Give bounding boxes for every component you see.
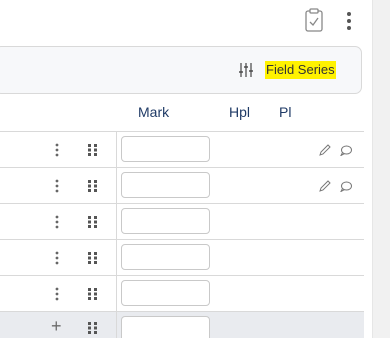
clipboard-check-icon[interactable] bbox=[305, 8, 323, 32]
row-menu-icon[interactable] bbox=[55, 215, 59, 229]
table-header bbox=[0, 96, 364, 132]
row-menu-icon[interactable] bbox=[55, 287, 59, 301]
sliders-icon[interactable] bbox=[239, 63, 253, 77]
plus-icon[interactable]: + bbox=[51, 317, 62, 335]
new-mark-input[interactable] bbox=[121, 316, 210, 338]
row-menu-icon[interactable] bbox=[55, 251, 59, 265]
kebab-menu-icon[interactable] bbox=[346, 11, 352, 31]
drag-handle-icon[interactable] bbox=[88, 216, 98, 228]
pencil-icon[interactable] bbox=[319, 144, 331, 156]
drag-handle-icon[interactable] bbox=[88, 180, 98, 192]
field-series-filter[interactable]: Field Series bbox=[265, 61, 336, 79]
column-header-mark[interactable]: Mark bbox=[138, 104, 169, 120]
row-menu-icon[interactable] bbox=[55, 143, 59, 157]
mark-input[interactable] bbox=[121, 136, 210, 162]
row-menu-icon[interactable] bbox=[55, 179, 59, 193]
column-header-hpl[interactable]: Hpl bbox=[229, 104, 250, 120]
drag-handle-icon[interactable] bbox=[88, 288, 98, 300]
comment-icon[interactable] bbox=[340, 181, 352, 192]
mark-input[interactable] bbox=[121, 208, 210, 234]
mark-input[interactable] bbox=[121, 280, 210, 306]
pencil-icon[interactable] bbox=[319, 180, 331, 192]
vertical-scrollbar[interactable] bbox=[372, 0, 390, 338]
column-header-pl[interactable]: Pl bbox=[279, 104, 291, 120]
drag-handle-icon[interactable] bbox=[88, 252, 98, 264]
comment-icon[interactable] bbox=[340, 145, 352, 156]
mark-input[interactable] bbox=[121, 244, 210, 270]
drag-handle-icon[interactable] bbox=[88, 322, 98, 334]
column-divider bbox=[116, 132, 117, 338]
mark-input[interactable] bbox=[121, 172, 210, 198]
drag-handle-icon[interactable] bbox=[88, 144, 98, 156]
